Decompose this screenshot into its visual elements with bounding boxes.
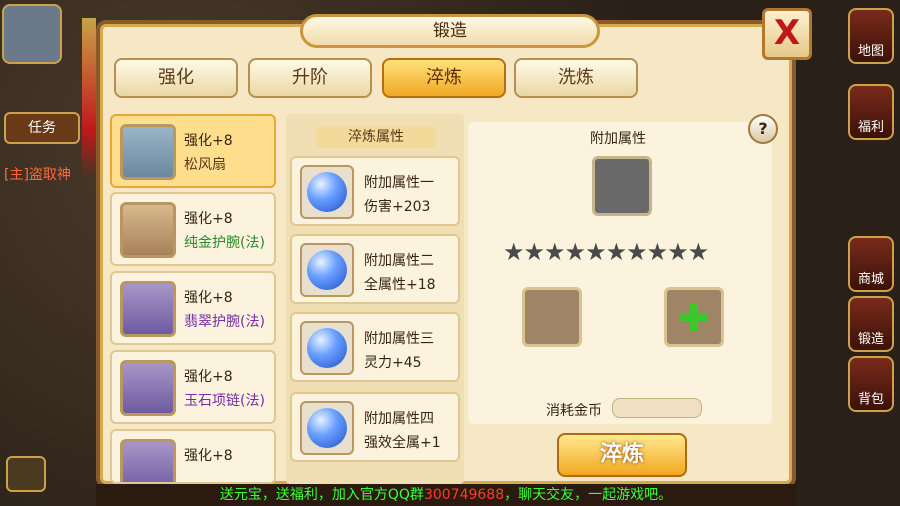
attribute-card[interactable]: 附加属性四 强效全属+1 [290, 392, 460, 462]
equipment-name: 松风扇 [184, 157, 226, 173]
bracer-icon [120, 281, 176, 337]
window-title-text: 锻造 [433, 21, 467, 41]
gem-icon [300, 401, 354, 455]
plus-icon [680, 303, 708, 331]
attribute-value: 伤害+203 [364, 199, 431, 215]
announcement-bar: 送元宝，送福利，加入官方QQ群300749688，聊天交友，一起游戏吧。 [96, 484, 796, 506]
equipment-item[interactable]: 强化+8 松风扇 [110, 114, 276, 188]
gem-icon [300, 243, 354, 297]
map-button[interactable]: 地图 [848, 8, 894, 64]
attribute-value: 灵力+45 [364, 355, 422, 371]
help-label: ? [758, 119, 768, 138]
equipment-item[interactable]: 强化+8 [110, 429, 276, 484]
welfare-label: 福利 [857, 120, 884, 135]
window-title: 锻造 [300, 14, 600, 48]
detail-title: 附加属性 [590, 131, 646, 147]
equipment-name: 玉石项链(法) [184, 393, 265, 409]
attribute-name: 附加属性三 [364, 331, 434, 347]
welfare-button[interactable]: 福利 [848, 84, 894, 140]
player-avatar[interactable] [2, 4, 62, 64]
cost-label: 消耗金币 [546, 403, 602, 419]
attribute-card[interactable]: 附加属性三 灵力+45 [290, 312, 460, 382]
add-material-slot[interactable] [664, 287, 724, 347]
shop-button[interactable]: 商城 [848, 236, 894, 292]
tab-strengthen-label: 强化 [158, 67, 194, 88]
bracer-icon [120, 202, 176, 258]
necklace-icon [120, 360, 176, 416]
fan-icon [120, 124, 176, 180]
quench-button[interactable]: 淬炼 [557, 433, 687, 477]
shop-label: 商城 [857, 272, 884, 287]
attribute-name: 附加属性二 [364, 253, 434, 269]
chat-icon[interactable] [6, 456, 46, 492]
attribute-value: 强效全属+1 [364, 435, 441, 451]
equipment-level: 强化+8 [184, 448, 233, 464]
help-icon[interactable]: ? [748, 114, 778, 144]
attribute-value: 全属性+18 [364, 277, 436, 293]
ring-icon [120, 439, 176, 482]
bag-button[interactable]: 背包 [848, 356, 894, 412]
tab-refine[interactable]: 洗炼 [514, 58, 638, 98]
announcement-qq: 300749688 [423, 487, 505, 503]
bag-label: 背包 [857, 392, 884, 407]
tab-upgrade-label: 升阶 [292, 67, 328, 88]
close-icon: X [773, 13, 801, 53]
attribute-card[interactable]: 附加属性一 伤害+203 [290, 156, 460, 226]
equipment-item[interactable]: 强化+8 纯金护腕(法) [110, 192, 276, 266]
task-tab-label: 任务 [28, 120, 56, 136]
chat-line: [主]盗取神 [4, 167, 71, 183]
close-button[interactable]: X [762, 8, 812, 60]
announcement-text-a: 送元宝，送福利，加入官方QQ群 [219, 487, 424, 503]
attribute-name: 附加属性一 [364, 175, 434, 191]
announcement-text-b: ，聊天交友，一起游戏吧。 [504, 487, 673, 503]
gem-icon [300, 321, 354, 375]
equipment-item[interactable]: 强化+8 玉石项链(法) [110, 350, 276, 424]
equipment-level: 强化+8 [184, 133, 233, 149]
tassel-decoration [82, 18, 96, 178]
map-label: 地图 [857, 44, 884, 59]
gem-icon [300, 165, 354, 219]
equipment-name: 翡翠护腕(法) [184, 314, 265, 330]
tab-quench[interactable]: 淬炼 [382, 58, 506, 98]
material-slot[interactable] [522, 287, 582, 347]
tab-refine-label: 洗炼 [558, 67, 594, 88]
forge-menu-label: 锻造 [857, 332, 884, 347]
attribute-card[interactable]: 附加属性二 全属性+18 [290, 234, 460, 304]
star-rating: ★★★★★★★★★★ [503, 238, 709, 266]
equipment-item[interactable]: 强化+8 翡翠护腕(法) [110, 271, 276, 345]
tab-quench-label: 淬炼 [426, 67, 462, 88]
equipment-level: 强化+8 [184, 290, 233, 306]
tab-strengthen[interactable]: 强化 [114, 58, 238, 98]
equipment-level: 强化+8 [184, 369, 233, 385]
equipment-level: 强化+8 [184, 211, 233, 227]
attribute-slot[interactable] [592, 156, 652, 216]
tab-upgrade[interactable]: 升阶 [248, 58, 372, 98]
task-tab[interactable]: 任务 [4, 112, 80, 144]
attribute-name: 附加属性四 [364, 411, 434, 427]
equipment-name: 纯金护腕(法) [184, 235, 265, 251]
cost-value [612, 398, 702, 418]
attribute-header: 淬炼属性 [316, 126, 436, 148]
forge-menu-button[interactable]: 锻造 [848, 296, 894, 352]
